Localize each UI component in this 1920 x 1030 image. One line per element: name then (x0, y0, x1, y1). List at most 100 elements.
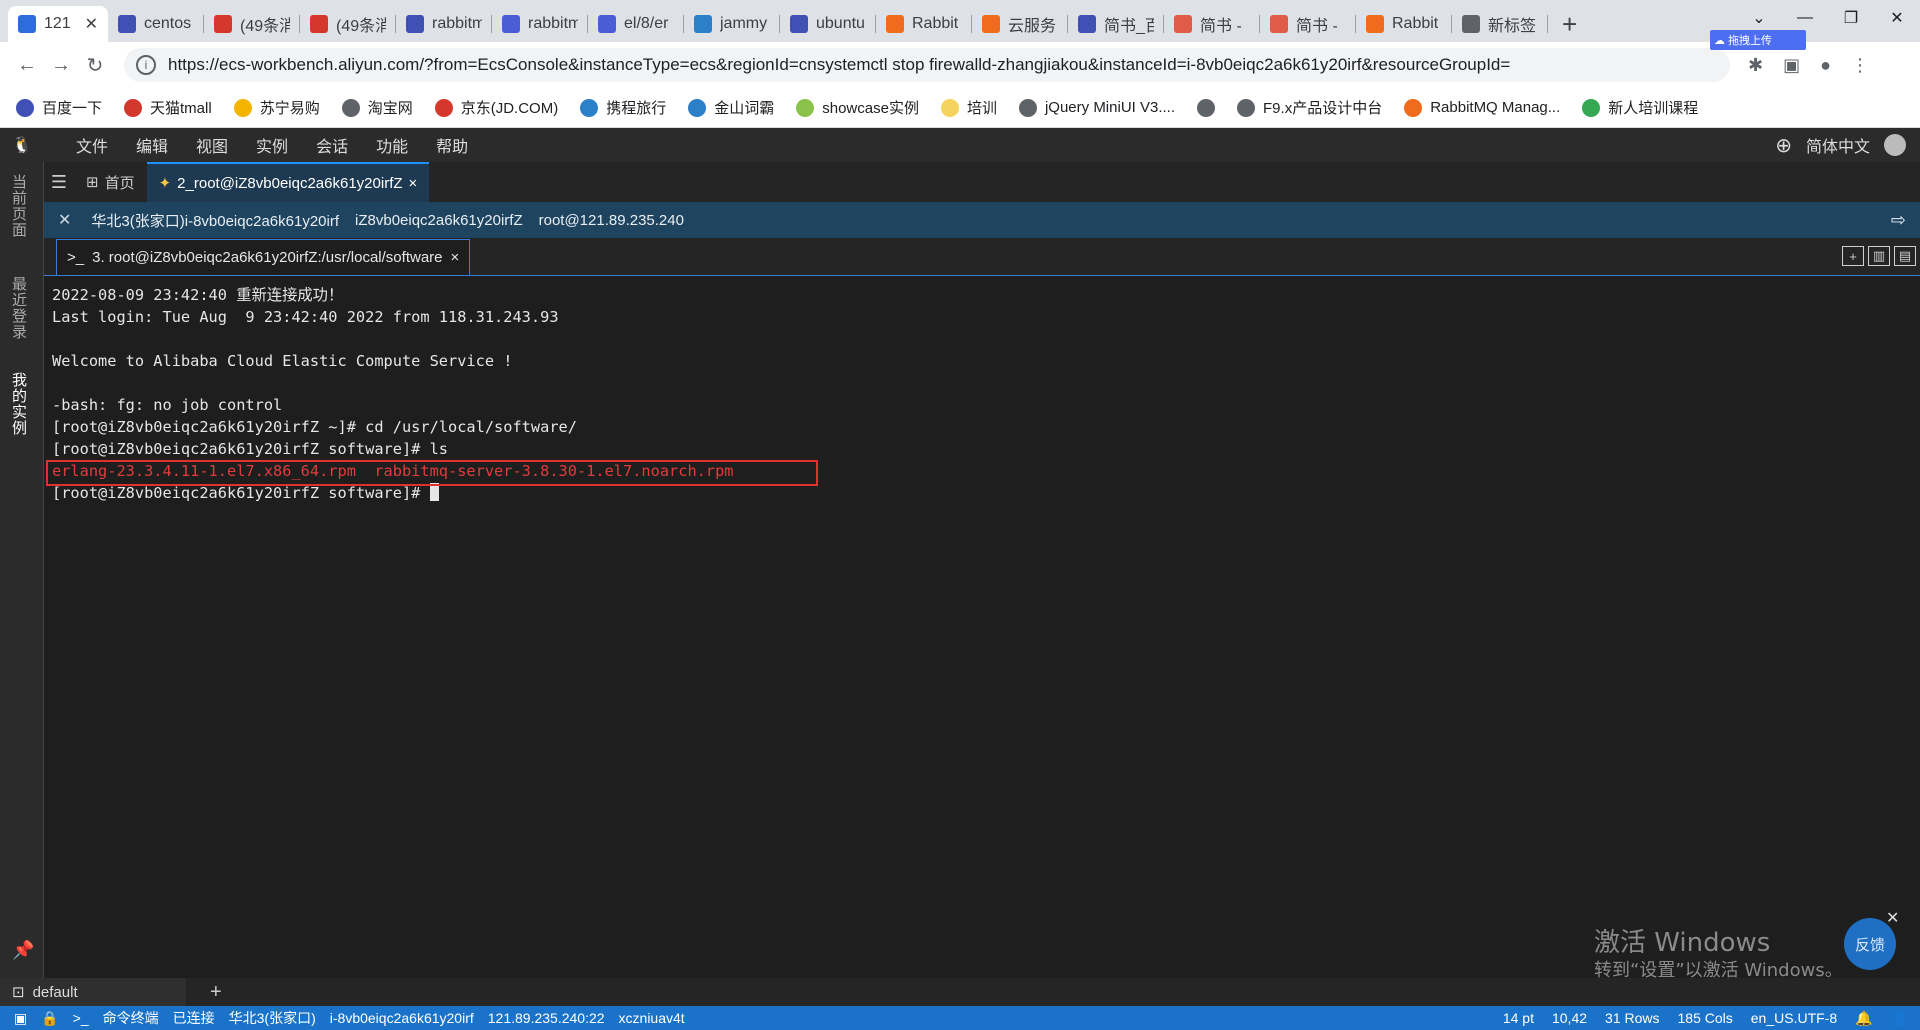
bookmark-item[interactable]: jQuery MiniUI V3.... (1018, 98, 1175, 117)
bookmark-favicon-icon (1404, 98, 1423, 117)
instance-login: root@121.89.235.240 (538, 211, 684, 229)
new-tab-button[interactable]: + (1548, 6, 1591, 42)
browser-tab[interactable]: el/8/er (588, 6, 684, 42)
bookmark-item[interactable]: 淘宝网 (341, 97, 413, 118)
bookmark-item[interactable]: 新人培训课程 (1582, 97, 1698, 118)
bookmark-item[interactable]: 培训 (940, 97, 997, 118)
bookmark-item[interactable]: F9.x产品设计中台 (1237, 97, 1382, 118)
browser-tab[interactable]: Rabbit (1356, 6, 1452, 42)
cloud-icon: ☁ (1714, 34, 1725, 47)
rail-my-instances[interactable]: 我的实例 (8, 372, 29, 436)
browser-tab[interactable]: centos (108, 6, 204, 42)
browser-tab[interactable]: (49条消 (204, 6, 300, 42)
favicon-icon (1078, 15, 1096, 33)
status-cursor-pos: 10,42 (1551, 1010, 1588, 1026)
bookmark-item[interactable]: 携程旅行 (580, 97, 666, 118)
menu-item[interactable]: 功能 (362, 133, 422, 157)
add-session-icon[interactable]: + (210, 981, 222, 1004)
bookmark-item[interactable]: 京东(JD.COM) (434, 97, 558, 118)
terminal-line: -bash: fg: no job control (52, 396, 283, 414)
add-circle-icon[interactable]: ⊕ (1775, 133, 1792, 158)
bookmark-item[interactable]: RabbitMQ Manag... (1404, 98, 1560, 117)
status-cols: 185 Cols (1677, 1010, 1733, 1026)
browser-tab[interactable]: ubuntu (780, 6, 876, 42)
url-field[interactable]: i https://ecs-workbench.aliyun.com/?from… (124, 48, 1730, 82)
bookmark-item[interactable]: 天猫tmall (124, 97, 212, 118)
bookmark-item[interactable]: 百度一下 (16, 97, 102, 118)
more-menu-icon[interactable]: ⋮ (1851, 55, 1869, 76)
browser-tab[interactable]: 云服务 (972, 6, 1068, 42)
collapse-arrows-icon[interactable]: ✕ (58, 210, 71, 230)
side-panel-icon[interactable]: ▣ (1783, 55, 1800, 76)
pin-icon[interactable]: 📌 (12, 940, 34, 961)
menu-item[interactable]: 视图 (182, 133, 242, 157)
browser-tab[interactable]: 简书 - (1164, 6, 1260, 42)
menu-collapse-icon[interactable]: ☰ (44, 162, 74, 202)
site-info-icon[interactable]: i (136, 55, 156, 75)
terminal-tab[interactable]: >_ 3. root@iZ8vb0eiqc2a6k61y20irfZ:/usr/… (56, 239, 471, 275)
menu-item[interactable]: 帮助 (422, 133, 482, 157)
favicon-icon (1174, 15, 1192, 33)
close-window-button[interactable]: ✕ (1874, 0, 1920, 36)
bookmark-favicon-icon (341, 98, 360, 117)
menu-item[interactable]: 编辑 (122, 133, 182, 157)
favicon-icon (406, 15, 424, 33)
status-encoding[interactable]: en_US.UTF-8 (1751, 1010, 1837, 1026)
session-bar: ⊡ default + (0, 978, 1920, 1006)
bookmark-item[interactable]: 金山词霸 (688, 97, 774, 118)
monitor-icon: ▣ (14, 1009, 28, 1026)
bookmark-favicon-icon (124, 98, 143, 117)
browser-tab[interactable]: rabbitm (492, 6, 588, 42)
rail-recent-login[interactable]: 最近登录 (8, 276, 29, 340)
close-feedback-icon[interactable]: ✕ (1886, 908, 1899, 928)
rail-current-page[interactable]: 当前页面 (8, 174, 29, 238)
terminal-line: [root@iZ8vb0eiqc2a6k61y20irfZ ~]# cd /us… (52, 418, 577, 436)
status-font-size[interactable]: 14 pt (1503, 1010, 1534, 1026)
extensions-icon[interactable]: ✱ (1748, 55, 1763, 76)
bookmark-item[interactable]: 苏宁易购 (233, 97, 320, 118)
user-avatar[interactable] (1884, 134, 1906, 156)
terminal-line: 2022-08-09 23:42:40 重新连接成功！ (52, 286, 344, 304)
reload-icon[interactable]: ↻ (78, 48, 112, 82)
menu-item[interactable]: 会话 (302, 133, 362, 157)
workspace-tabs: ☰ ⊞ 首页 ✦ 2_root@iZ8vb0eiqc2a6k61y20irfZ × (44, 162, 1920, 202)
browser-tab[interactable]: 简书 - (1260, 6, 1356, 42)
restore-button[interactable]: ❐ (1828, 0, 1874, 36)
browser-tab[interactable]: 新标签 (1452, 6, 1548, 42)
file-transfer-icon[interactable]: ⇨ (1891, 210, 1906, 231)
close-terminal-tab-icon[interactable]: × (451, 249, 460, 266)
browser-tab[interactable]: 简书_百 (1068, 6, 1164, 42)
instance-region: 华北3(张家口)i-8vb0eiqc2a6k61y20irf (91, 212, 340, 230)
bookmark-item[interactable]: showcase实例 (796, 97, 919, 118)
bookmark-item[interactable] (1197, 98, 1216, 117)
new-terminal-icon[interactable]: + (1842, 246, 1864, 266)
bell-icon[interactable]: 🔔 (1855, 1010, 1872, 1027)
back-icon[interactable]: ← (10, 48, 44, 82)
favicon-icon (982, 15, 1000, 33)
browser-tab[interactable]: Rabbit (876, 6, 972, 42)
person-icon[interactable]: 👤 (1891, 1010, 1908, 1027)
forward-icon[interactable]: → (44, 48, 78, 82)
session-default[interactable]: ⊡ default (0, 978, 186, 1006)
language-selector[interactable]: 简体中文 (1806, 133, 1870, 157)
profile-avatar[interactable]: ● (1820, 55, 1831, 76)
highlight-box (46, 460, 818, 486)
baidu-upload-badge[interactable]: ☁ 拖拽上传 (1710, 30, 1806, 50)
tab-home[interactable]: ⊞ 首页 (74, 162, 147, 202)
favicon-icon (598, 15, 616, 33)
close-tab-icon[interactable]: × (409, 175, 418, 192)
menu-item[interactable]: 实例 (242, 133, 302, 157)
terminal-output[interactable]: 2022-08-09 23:42:40 重新连接成功！ Last login: T… (46, 276, 1920, 978)
close-tab-icon[interactable]: ✕ (85, 14, 98, 34)
browser-tab[interactable]: (49条消 (300, 6, 396, 42)
terminal-tabs: >_ 3. root@iZ8vb0eiqc2a6k61y20irfZ:/usr/… (44, 238, 1920, 276)
split-horizontal-icon[interactable]: ▤ (1894, 246, 1916, 266)
browser-tab[interactable]: jammy (684, 6, 780, 42)
menu-item[interactable]: 文件 (62, 133, 122, 157)
browser-tab[interactable]: rabbitm (396, 6, 492, 42)
browser-tab[interactable]: 121 ✕ (8, 6, 108, 42)
tab-session[interactable]: ✦ 2_root@iZ8vb0eiqc2a6k61y20irfZ × (146, 162, 430, 202)
split-vertical-icon[interactable]: ▥ (1868, 246, 1890, 266)
terminal-box-icon: ⊡ (12, 984, 25, 1001)
